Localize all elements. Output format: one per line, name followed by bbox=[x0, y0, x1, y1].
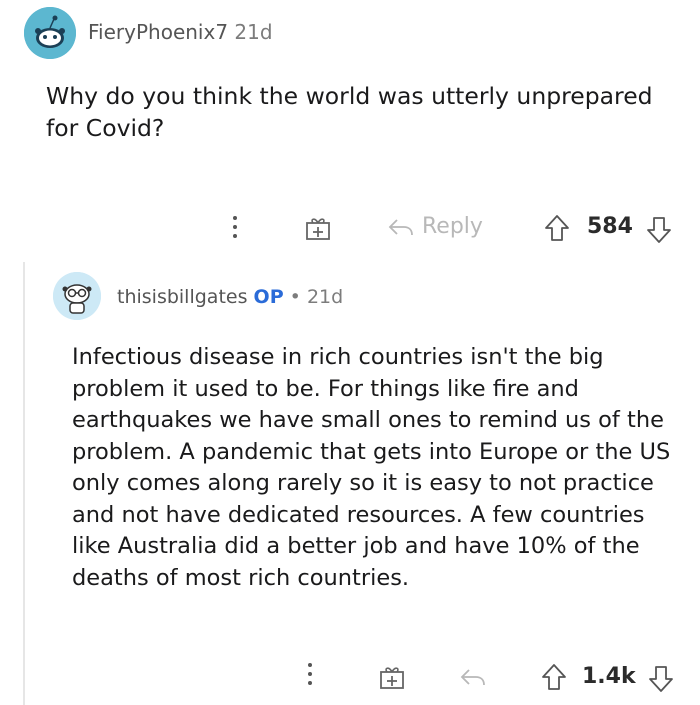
downvote-icon[interactable] bbox=[646, 216, 672, 248]
snoo-avatar-icon bbox=[24, 7, 76, 59]
gift-icon[interactable] bbox=[305, 215, 331, 241]
reply-icon[interactable] bbox=[460, 667, 486, 691]
author-name[interactable]: thisisbillgates bbox=[117, 286, 248, 308]
op-badge: OP bbox=[253, 286, 284, 308]
reply-meta: thisisbillgates OP • 21d bbox=[117, 286, 343, 308]
reply-icon bbox=[388, 218, 413, 235]
comment-text: Why do you think the world was utterly u… bbox=[46, 82, 653, 142]
avatar[interactable] bbox=[24, 7, 76, 59]
reply-label: Reply bbox=[422, 214, 483, 239]
gift-icon[interactable] bbox=[379, 664, 405, 690]
more-icon[interactable] bbox=[307, 663, 313, 685]
more-icon[interactable] bbox=[232, 216, 238, 238]
snoo-glasses-avatar-icon bbox=[53, 272, 101, 320]
comment-age: 21d bbox=[234, 20, 273, 44]
avatar[interactable] bbox=[53, 272, 101, 320]
vote-score: 584 bbox=[587, 214, 633, 239]
meta-separator: • bbox=[289, 286, 301, 308]
reply-text: Infectious disease in rich countries isn… bbox=[72, 344, 671, 591]
upvote-icon[interactable] bbox=[544, 214, 570, 246]
upvote-icon[interactable] bbox=[541, 663, 567, 695]
comment-meta: FieryPhoenix7 21d bbox=[88, 20, 273, 44]
reply-age: 21d bbox=[306, 286, 344, 308]
vote-score: 1.4k bbox=[582, 664, 636, 689]
author-name[interactable]: FieryPhoenix7 bbox=[88, 20, 228, 44]
thread-line[interactable] bbox=[23, 262, 25, 705]
downvote-icon[interactable] bbox=[648, 665, 674, 697]
reply-button[interactable]: Reply bbox=[388, 214, 483, 239]
